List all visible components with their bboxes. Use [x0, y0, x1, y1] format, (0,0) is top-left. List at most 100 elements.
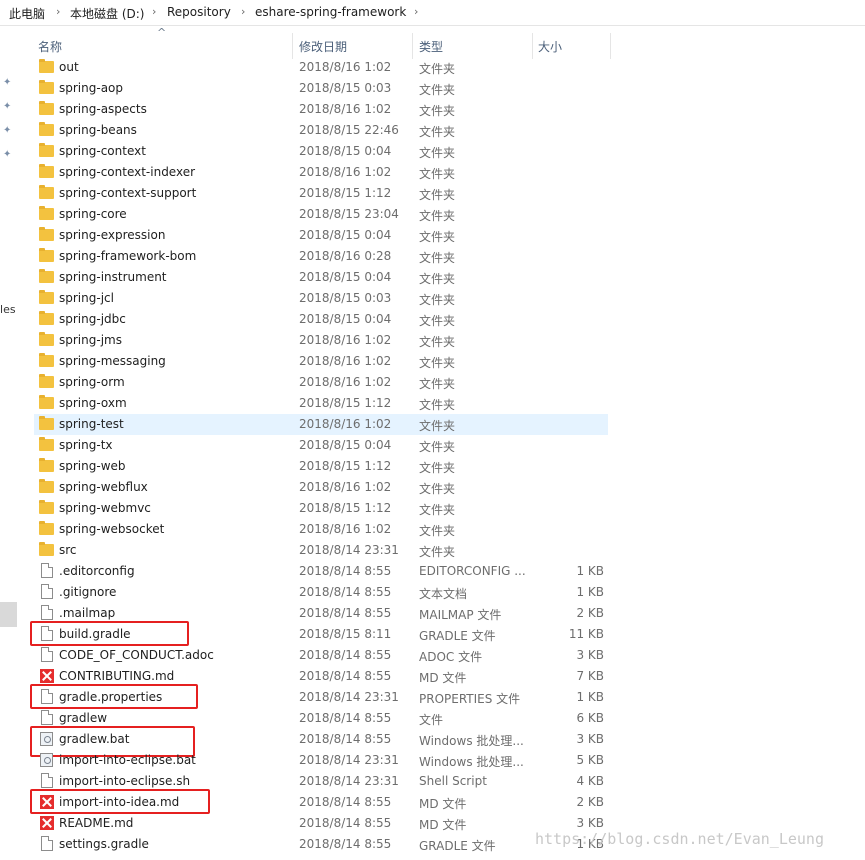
table-row[interactable]: spring-jcl 2018/8/15 0:03 文件夹: [34, 288, 608, 309]
file-modified-date: 2018/8/16 1:02: [299, 102, 392, 116]
table-row[interactable]: import-into-eclipse.bat 2018/8/14 23:31 Wi…: [34, 750, 608, 771]
table-row[interactable]: spring-webflux 2018/8/16 1:02 文件夹: [34, 477, 608, 498]
table-row[interactable]: .editorconfig 2018/8/14 8:55 EDITORCONFIG …: [34, 561, 608, 582]
chevron-right-icon[interactable]: ›: [152, 5, 156, 18]
file-type: EDITORCONFIG ...: [419, 564, 526, 578]
pin-icon[interactable]: ✦: [3, 125, 15, 137]
column-header-size[interactable]: 大小: [538, 38, 562, 55]
column-header-name[interactable]: 名称: [38, 38, 62, 55]
file-type: GRADLE 文件: [419, 839, 496, 853]
column-divider[interactable]: [532, 33, 533, 59]
column-divider[interactable]: [610, 33, 611, 59]
file-modified-date: 2018/8/16 0:28: [299, 249, 392, 263]
file-modified-date: 2018/8/15 1:12: [299, 501, 392, 515]
pin-icon[interactable]: ✦: [3, 101, 15, 113]
table-row[interactable]: spring-instrument 2018/8/15 0:04 文件夹: [34, 267, 608, 288]
file-modified-date: 2018/8/14 8:55: [299, 564, 392, 578]
file-modified-date: 2018/8/15 0:04: [299, 228, 392, 242]
file-modified-date: 2018/8/14 8:55: [299, 585, 392, 599]
file-modified-date: 2018/8/16 1:02: [299, 480, 392, 494]
file-type: 文件夹: [419, 209, 456, 223]
table-row[interactable]: spring-tx 2018/8/15 0:04 文件夹: [34, 435, 608, 456]
file-type: 文本文档: [419, 587, 468, 601]
nav-selected-item[interactable]: [0, 602, 17, 627]
table-row[interactable]: spring-context-indexer 2018/8/16 1:02 文件夹: [34, 162, 608, 183]
file-type: 文件: [419, 713, 444, 727]
table-row[interactable]: spring-oxm 2018/8/15 1:12 文件夹: [34, 393, 608, 414]
folder-icon: [39, 311, 54, 325]
file-type: 文件夹: [419, 398, 456, 412]
pin-icon[interactable]: ✦: [3, 77, 15, 89]
file-name: spring-jdbc: [59, 312, 126, 326]
file-name: spring-webflux: [59, 480, 148, 494]
table-row[interactable]: spring-jms 2018/8/16 1:02 文件夹: [34, 330, 608, 351]
table-row[interactable]: spring-test 2018/8/16 1:02 文件夹: [34, 414, 608, 435]
breadcrumb-item-project[interactable]: eshare-spring-framework: [255, 5, 406, 19]
chevron-right-icon[interactable]: ›: [56, 5, 60, 18]
file-modified-date: 2018/8/14 23:31: [299, 543, 399, 557]
column-header-date[interactable]: 修改日期: [299, 38, 347, 55]
file-type: 文件夹: [419, 125, 456, 139]
file-name: src: [59, 543, 77, 557]
table-row[interactable]: spring-web 2018/8/15 1:12 文件夹: [34, 456, 608, 477]
table-row[interactable]: spring-beans 2018/8/15 22:46 文件夹: [34, 120, 608, 141]
file-name: spring-messaging: [59, 354, 166, 368]
table-row[interactable]: spring-webmvc 2018/8/15 1:12 文件夹: [34, 498, 608, 519]
folder-icon: [39, 521, 54, 535]
file-modified-date: 2018/8/16 1:02: [299, 417, 392, 431]
file-name: import-into-eclipse.sh: [59, 774, 191, 788]
watermark: https://blog.csdn.net/Evan_Leung: [535, 830, 824, 848]
file-modified-date: 2018/8/14 8:55: [299, 669, 392, 683]
file-name: spring-context-support: [59, 186, 197, 200]
table-row[interactable]: src 2018/8/14 23:31 文件夹: [34, 540, 608, 561]
breadcrumb-item-repository[interactable]: Repository: [167, 5, 231, 19]
table-row[interactable]: spring-orm 2018/8/16 1:02 文件夹: [34, 372, 608, 393]
file-modified-date: 2018/8/14 8:55: [299, 795, 392, 809]
table-row[interactable]: spring-aspects 2018/8/16 1:02 文件夹: [34, 99, 608, 120]
file-type: 文件夹: [419, 440, 456, 454]
file-modified-date: 2018/8/16 1:02: [299, 522, 392, 536]
file-type: MD 文件: [419, 671, 467, 685]
folder-icon: [39, 374, 54, 388]
table-row[interactable]: spring-context 2018/8/15 0:04 文件夹: [34, 141, 608, 162]
chevron-right-icon[interactable]: ›: [241, 5, 245, 18]
folder-icon: [39, 332, 54, 346]
file-type: 文件夹: [419, 293, 456, 307]
chevron-right-icon[interactable]: ›: [414, 5, 418, 18]
table-row[interactable]: out 2018/8/16 1:02 文件夹: [34, 57, 608, 78]
table-row[interactable]: .gitignore 2018/8/14 8:55 文本文档 1 KB: [34, 582, 608, 603]
table-row[interactable]: spring-context-support 2018/8/15 1:12 文件夹: [34, 183, 608, 204]
table-row[interactable]: CODE_OF_CONDUCT.adoc 2018/8/14 8:55 ADOC 文…: [34, 645, 608, 666]
column-divider[interactable]: [412, 33, 413, 59]
file-type: 文件夹: [419, 167, 456, 181]
column-divider[interactable]: [292, 33, 293, 59]
file-modified-date: 2018/8/15 0:04: [299, 270, 392, 284]
table-row[interactable]: spring-websocket 2018/8/16 1:02 文件夹: [34, 519, 608, 540]
table-row[interactable]: spring-expression 2018/8/15 0:04 文件夹: [34, 225, 608, 246]
table-row[interactable]: spring-messaging 2018/8/16 1:02 文件夹: [34, 351, 608, 372]
file-modified-date: 2018/8/16 1:02: [299, 165, 392, 179]
pin-icon[interactable]: ✦: [3, 149, 15, 161]
file-type: 文件夹: [419, 230, 456, 244]
table-row[interactable]: README.md 2018/8/14 8:55 MD 文件 3 KB: [34, 813, 608, 834]
table-row[interactable]: spring-framework-bom 2018/8/16 0:28 文件夹: [34, 246, 608, 267]
column-header-type[interactable]: 类型: [419, 38, 443, 55]
folder-icon: [39, 206, 54, 220]
table-row[interactable]: spring-core 2018/8/15 23:04 文件夹: [34, 204, 608, 225]
nav-item-files[interactable]: iles: [0, 303, 16, 316]
markdown-icon: [40, 816, 54, 830]
file-name: .gitignore: [59, 585, 117, 599]
folder-icon: [39, 227, 54, 241]
folder-icon: [39, 248, 54, 262]
breadcrumb-item-this-pc[interactable]: 此电脑: [9, 5, 45, 22]
table-row[interactable]: settings.gradle 2018/8/14 8:55 GRADLE 文件 1 …: [34, 834, 608, 855]
file-type: 文件夹: [419, 188, 456, 202]
file-name: spring-tx: [59, 438, 113, 452]
table-row[interactable]: spring-aop 2018/8/15 0:03 文件夹: [34, 78, 608, 99]
breadcrumb-item-drive-d[interactable]: 本地磁盘 (D:): [70, 5, 144, 22]
file-size: 1 KB: [576, 564, 604, 578]
table-row[interactable]: spring-jdbc 2018/8/15 0:04 文件夹: [34, 309, 608, 330]
file-modified-date: 2018/8/15 0:03: [299, 291, 392, 305]
folder-icon: [39, 185, 54, 199]
file-type: MD 文件: [419, 818, 467, 832]
